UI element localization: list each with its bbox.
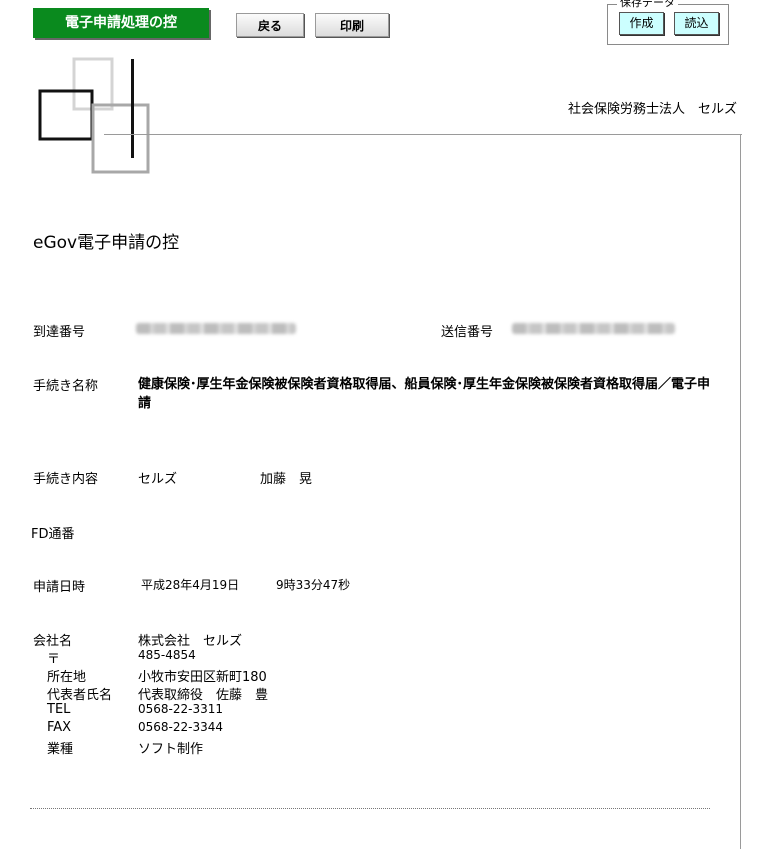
representative-label: 代表者氏名 [47,688,113,703]
save-data-legend: 保存データ [617,0,678,10]
industry: ソフト制作 [138,742,204,757]
tel-number: 0568-22-3311 [138,702,224,716]
procedure-content-person: 加藤 晃 [260,472,313,487]
postal-label: 〒 [47,652,61,667]
footer-divider [30,808,710,809]
save-create-button[interactable]: 作成 [619,12,664,35]
fd-serial-label: FD通番 [31,527,75,542]
right-border [740,134,741,849]
save-load-button[interactable]: 読込 [674,12,719,35]
fax-label: FAX [47,720,72,735]
company-name-label: 会社名 [33,634,73,649]
postal-code: 485-4854 [138,648,196,662]
header-divider [104,134,742,135]
tel-label: TEL [47,702,71,717]
application-date: 平成28年4月19日 [141,578,240,592]
send-number-redacted [512,323,675,334]
arrival-number-redacted [136,323,296,334]
address-label: 所在地 [47,670,87,685]
fax-number: 0568-22-3344 [138,720,224,734]
back-button[interactable]: 戻る [236,13,304,37]
procedure-name-label: 手続き名称 [33,379,99,394]
industry-label: 業種 [47,742,74,757]
application-time: 9時33分47秒 [276,578,351,592]
send-number-label: 送信番号 [441,325,494,340]
corporation-name: 社会保険労務士法人 セルズ [567,102,737,117]
print-button[interactable]: 印刷 [315,13,389,37]
representative: 代表取締役 佐藤 豊 [138,688,269,703]
page-title-badge: 電子申請処理の控 [33,8,209,38]
document-title: eGov電子申請の控 [33,233,180,253]
procedure-content-company: セルズ [138,472,178,487]
procedure-name: 健康保険･厚生年金保険被保険者資格取得届、船員保険･厚生年金保険被保険者資格取得… [138,377,711,411]
company-name: 株式会社 セルズ [138,634,243,649]
procedure-content-label: 手続き内容 [33,472,99,487]
application-datetime-label: 申請日時 [33,580,86,595]
logo-icon [38,57,150,174]
arrival-number-label: 到達番号 [33,325,86,340]
address: 小牧市安田区新町180 [138,670,267,685]
